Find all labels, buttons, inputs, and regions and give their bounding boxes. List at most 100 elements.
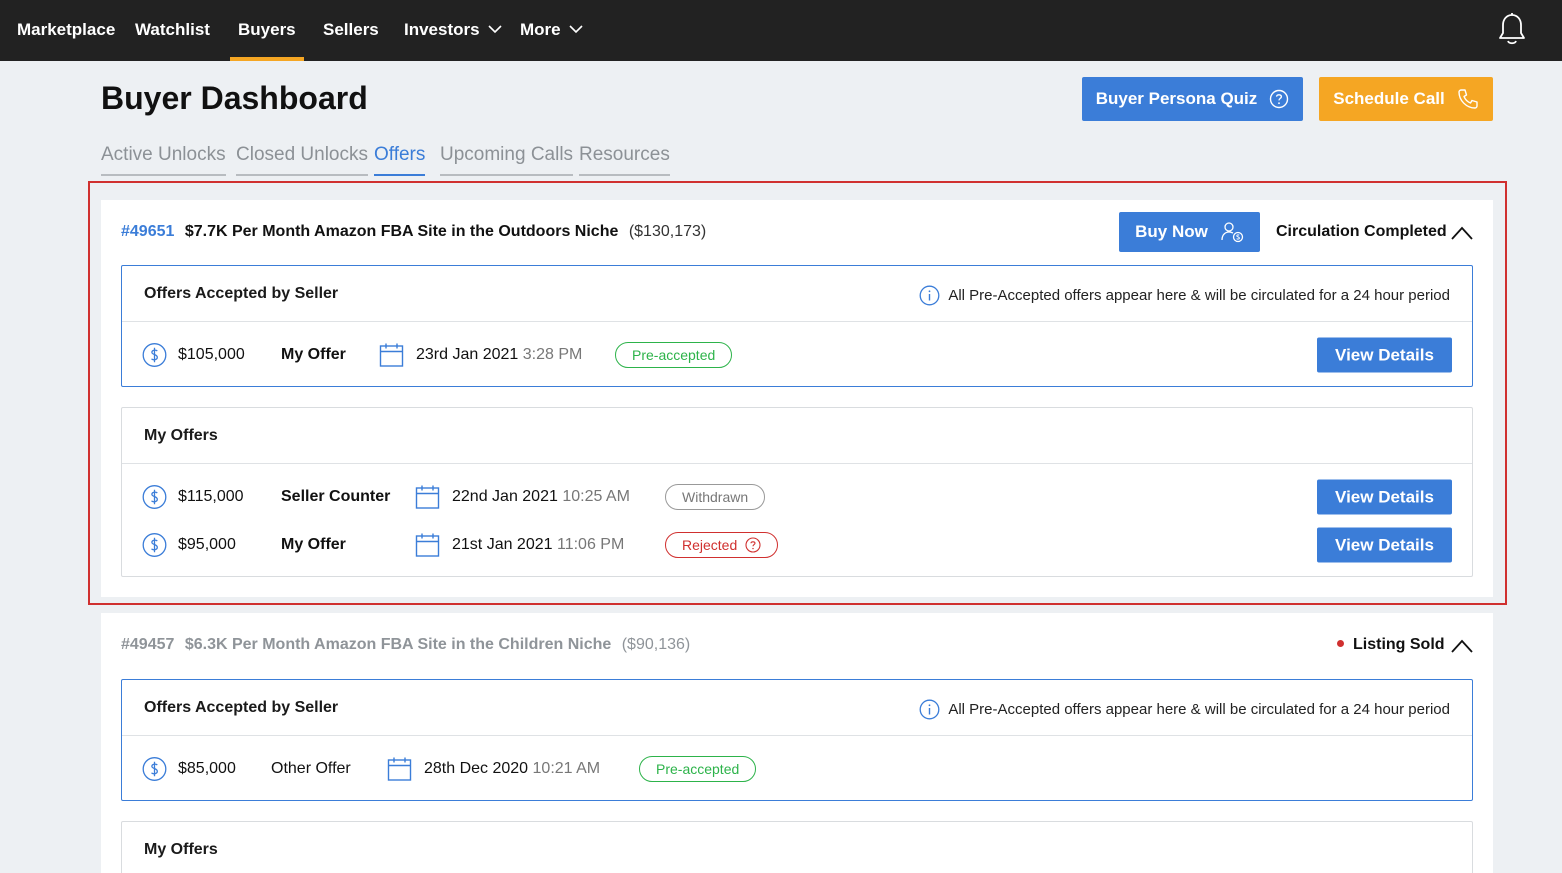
calendar-icon bbox=[415, 485, 440, 509]
dollar-circle-icon bbox=[142, 485, 167, 509]
top-nav: Marketplace Watchlist Buyers Sellers Inv… bbox=[0, 0, 1562, 61]
offer-amount: $95,000 bbox=[178, 536, 236, 553]
listing-title[interactable]: $6.3K Per Month Amazon FBA Site in the C… bbox=[185, 636, 611, 653]
offer-date: 28th Dec 2020 10:21 AM bbox=[424, 760, 600, 778]
offer-time: 3:28 PM bbox=[522, 346, 583, 363]
offer-time: 10:21 AM bbox=[532, 760, 601, 777]
tab-closed-unlocks[interactable]: Closed Unlocks bbox=[236, 144, 368, 176]
chevron-up-icon[interactable] bbox=[1451, 226, 1473, 240]
info-icon bbox=[919, 699, 940, 720]
dollar-circle-icon bbox=[142, 343, 167, 367]
status-badge-label: Rejected bbox=[682, 537, 738, 553]
calendar-icon bbox=[379, 343, 404, 367]
chevron-down-icon bbox=[569, 24, 583, 33]
offer-amount: $85,000 bbox=[178, 760, 236, 777]
offer-amount: $105,000 bbox=[178, 346, 245, 363]
my-offers-box: My Offers $115,000 Seller Counter 22nd J… bbox=[121, 407, 1473, 577]
user-dollar-icon bbox=[1221, 222, 1244, 243]
listing-title[interactable]: $7.7K Per Month Amazon FBA Site in the O… bbox=[185, 223, 619, 240]
offer-date: 22nd Jan 2021 10:25 AM bbox=[452, 488, 630, 506]
offer-type: Seller Counter bbox=[281, 488, 391, 505]
info-icon bbox=[919, 285, 940, 306]
question-circle-icon bbox=[745, 537, 761, 553]
circulation-note: All Pre-Accepted offers appear here & wi… bbox=[919, 285, 1450, 306]
buyer-persona-quiz-button[interactable]: Buyer Persona Quiz bbox=[1082, 77, 1303, 121]
dollar-circle-icon bbox=[142, 533, 167, 557]
status-badge[interactable]: Rejected bbox=[665, 532, 779, 558]
status-badge: Withdrawn bbox=[665, 484, 766, 510]
offer-type: My Offer bbox=[281, 346, 346, 363]
nav-item-more-label: More bbox=[520, 20, 561, 39]
circulation-status: Circulation Completed bbox=[1276, 223, 1447, 240]
schedule-call-button[interactable]: Schedule Call bbox=[1319, 77, 1493, 121]
calendar-icon bbox=[387, 757, 412, 781]
buy-now-button[interactable]: Buy Now bbox=[1119, 212, 1260, 252]
nav-item-investors[interactable]: Investors bbox=[404, 0, 502, 61]
offer-date-day: 21st Jan 2021 bbox=[452, 536, 553, 553]
calendar-icon bbox=[415, 533, 440, 557]
nav-item-more[interactable]: More bbox=[520, 0, 583, 61]
offers-accepted-box: Offers Accepted by Seller All Pre-Accept… bbox=[121, 679, 1473, 801]
listing-price: ($130,173) bbox=[628, 223, 707, 240]
tab-upcoming-calls[interactable]: Upcoming Calls bbox=[440, 144, 574, 176]
nav-item-marketplace[interactable]: Marketplace bbox=[17, 0, 115, 61]
offer-row: $105,000 My Offer 23rd Jan 2021 3:28 PM … bbox=[122, 337, 1472, 373]
offer-amount: $115,000 bbox=[178, 488, 244, 505]
offer-type: Other Offer bbox=[271, 760, 351, 777]
nav-item-buyers[interactable]: Buyers bbox=[230, 0, 304, 61]
offer-time: 11:06 PM bbox=[556, 536, 625, 553]
nav-item-sellers[interactable]: Sellers bbox=[323, 0, 379, 61]
buy-now-label: Buy Now bbox=[1135, 222, 1208, 241]
listing-id[interactable]: #49651 bbox=[121, 223, 174, 240]
my-offers-header: My Offers bbox=[122, 408, 1472, 464]
chevron-down-icon bbox=[488, 24, 502, 33]
listing-card: #49457 $6.3K Per Month Amazon FBA Site i… bbox=[101, 613, 1493, 873]
tab-offers[interactable]: Offers bbox=[374, 144, 426, 176]
my-offers-header: My Offers bbox=[122, 822, 1472, 873]
offers-accepted-header: Offers Accepted by Seller All Pre-Accept… bbox=[122, 266, 1472, 322]
chevron-up-icon[interactable] bbox=[1451, 639, 1473, 653]
offers-accepted-header: Offers Accepted by Seller All Pre-Accept… bbox=[122, 680, 1472, 736]
offer-date-day: 22nd Jan 2021 bbox=[452, 488, 558, 505]
bell-icon[interactable] bbox=[1496, 12, 1528, 46]
schedule-call-label: Schedule Call bbox=[1333, 89, 1445, 108]
listing-status: Listing Sold bbox=[1337, 636, 1445, 654]
offer-row: $85,000 Other Offer 28th Dec 2020 10:21 … bbox=[122, 751, 1472, 787]
listing-id[interactable]: #49457 bbox=[121, 636, 174, 653]
offer-row: $115,000 Seller Counter 22nd Jan 2021 10… bbox=[122, 479, 1472, 515]
offer-row: $95,000 My Offer 21st Jan 2021 11:06 PM … bbox=[122, 527, 1472, 563]
my-offers-box: My Offers bbox=[121, 821, 1473, 873]
buyer-persona-quiz-label: Buyer Persona Quiz bbox=[1095, 89, 1258, 108]
nav-item-watchlist[interactable]: Watchlist bbox=[135, 0, 210, 61]
status-badge: Pre-accepted bbox=[615, 342, 733, 368]
view-details-button[interactable]: View Details bbox=[1317, 479, 1452, 515]
offers-accepted-title: Offers Accepted by Seller bbox=[144, 699, 339, 716]
page-title: Buyer Dashboard bbox=[101, 80, 368, 116]
offer-type: My Offer bbox=[281, 536, 346, 553]
circulation-note-text: All Pre-Accepted offers appear here & wi… bbox=[948, 287, 1450, 304]
dollar-circle-icon bbox=[142, 757, 167, 781]
tab-resources[interactable]: Resources bbox=[579, 144, 670, 176]
offer-date: 21st Jan 2021 11:06 PM bbox=[452, 536, 624, 554]
listing-status-label: Listing Sold bbox=[1353, 636, 1445, 653]
view-details-button[interactable]: View Details bbox=[1317, 337, 1452, 373]
offers-accepted-title: Offers Accepted by Seller bbox=[144, 285, 339, 302]
status-badge: Pre-accepted bbox=[639, 756, 757, 782]
offer-date-day: 28th Dec 2020 bbox=[424, 760, 529, 777]
phone-icon bbox=[1458, 89, 1478, 109]
listing-card: #49651 $7.7K Per Month Amazon FBA Site i… bbox=[101, 200, 1493, 597]
offer-date: 23rd Jan 2021 3:28 PM bbox=[416, 346, 582, 364]
view-details-button[interactable]: View Details bbox=[1317, 527, 1452, 563]
status-dot-icon bbox=[1337, 640, 1344, 648]
listing-header: #49457 $6.3K Per Month Amazon FBA Site i… bbox=[121, 636, 690, 654]
listing-price: ($90,136) bbox=[621, 636, 691, 653]
listing-header: #49651 $7.7K Per Month Amazon FBA Site i… bbox=[121, 223, 706, 241]
offers-accepted-box: Offers Accepted by Seller All Pre-Accept… bbox=[121, 265, 1473, 387]
my-offers-title: My Offers bbox=[144, 427, 218, 444]
tab-active-unlocks[interactable]: Active Unlocks bbox=[101, 144, 226, 176]
question-circle-icon bbox=[1270, 89, 1289, 109]
circulation-note: All Pre-Accepted offers appear here & wi… bbox=[919, 699, 1450, 720]
circulation-note-text: All Pre-Accepted offers appear here & wi… bbox=[948, 701, 1450, 718]
offer-time: 10:25 AM bbox=[562, 488, 630, 505]
offer-date-day: 23rd Jan 2021 bbox=[416, 346, 519, 363]
